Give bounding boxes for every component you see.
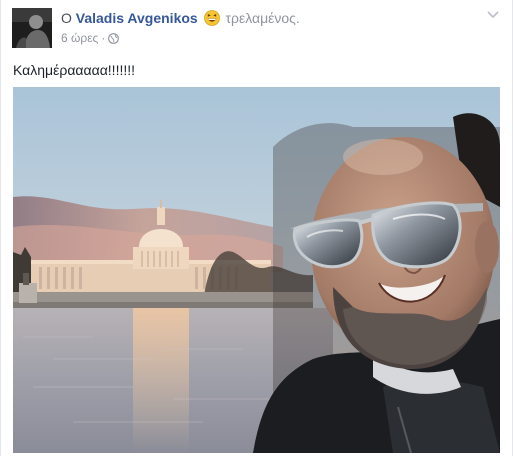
selfie-photo bbox=[13, 87, 500, 453]
avatar-image bbox=[12, 8, 52, 48]
meta-separator: · bbox=[101, 31, 106, 45]
post-meta: 6 ώρες · bbox=[61, 30, 120, 46]
chevron-down-icon[interactable] bbox=[486, 8, 500, 22]
post-photo[interactable] bbox=[13, 87, 500, 453]
globe-icon[interactable] bbox=[108, 33, 120, 44]
timestamp-link[interactable]: 6 ώρες bbox=[61, 31, 98, 45]
author-name-link[interactable]: Valadis Avgenikos bbox=[76, 10, 198, 26]
laughing-emoji-icon bbox=[203, 10, 220, 26]
post-header: Ο Valadis Avgenikos τρελαμένος. bbox=[61, 9, 300, 27]
author-prefix: Ο bbox=[61, 10, 72, 26]
avatar[interactable] bbox=[12, 8, 52, 48]
feeling-text: τρελαμένος. bbox=[225, 10, 300, 26]
feed-post: Ο Valadis Avgenikos τρελαμένος. 6 ώρες · … bbox=[0, 0, 513, 456]
post-status-text: Καλημέρααααα!!!!!!! bbox=[13, 62, 136, 78]
